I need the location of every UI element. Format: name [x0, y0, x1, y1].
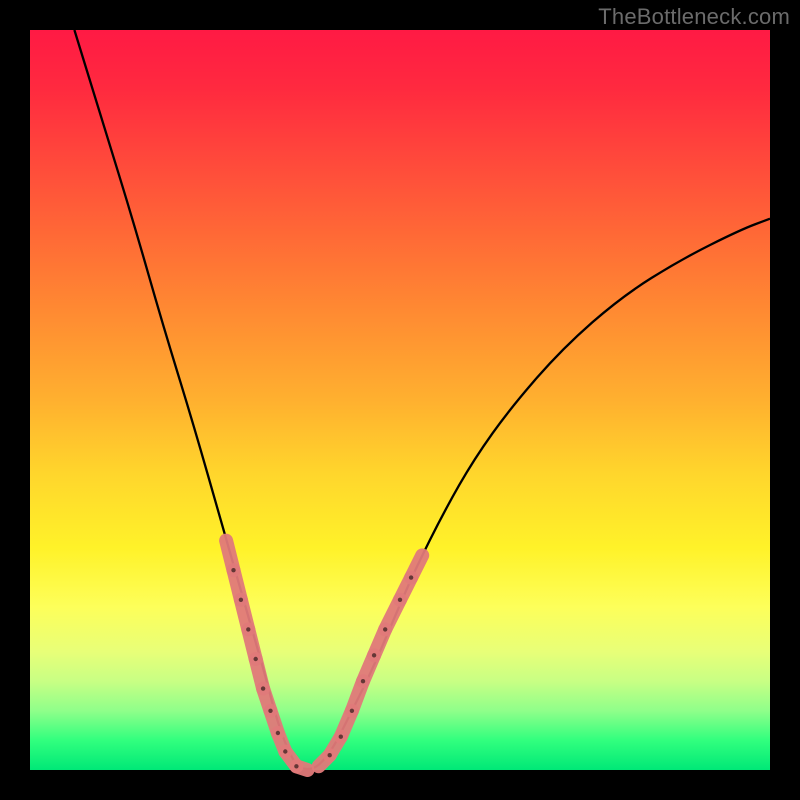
highlight-joint — [231, 568, 235, 572]
chart-svg — [30, 30, 770, 770]
plot-area — [30, 30, 770, 770]
chart-frame: TheBottleneck.com — [0, 0, 800, 800]
highlight-joint — [339, 735, 343, 739]
highlight-segment — [411, 555, 422, 577]
highlight-joint — [268, 709, 272, 713]
highlight-joint — [283, 749, 287, 753]
main-curve — [74, 30, 770, 769]
watermark-text: TheBottleneck.com — [598, 4, 790, 30]
highlight-joint — [383, 627, 387, 631]
highlight-joint — [350, 709, 354, 713]
highlight-joint — [239, 598, 243, 602]
highlight-joint — [261, 686, 265, 690]
highlight-joint — [372, 653, 376, 657]
highlight-joint — [361, 679, 365, 683]
highlight-joint — [294, 764, 298, 768]
highlight-joint — [328, 753, 332, 757]
highlight-joint — [246, 627, 250, 631]
highlight-joint — [276, 731, 280, 735]
highlight-joint — [398, 598, 402, 602]
highlight-joint — [409, 575, 413, 579]
highlight-joint — [254, 657, 258, 661]
